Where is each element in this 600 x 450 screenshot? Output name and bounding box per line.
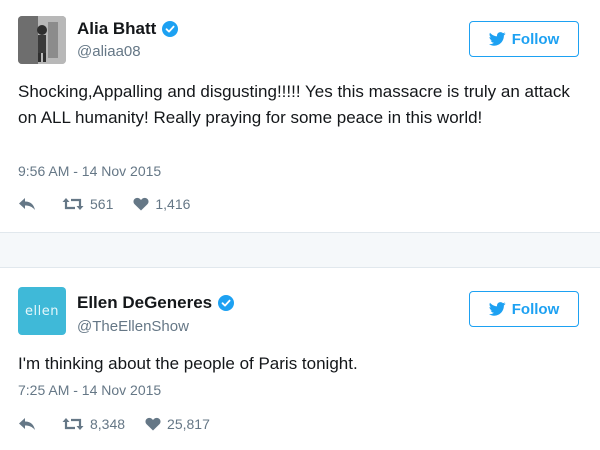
- verified-badge-icon: [162, 21, 179, 37]
- tweet-separator: [0, 232, 600, 268]
- display-name[interactable]: Alia Bhatt: [77, 19, 156, 39]
- retweet-icon: [62, 418, 84, 430]
- follow-label: Follow: [511, 300, 560, 318]
- retweet-icon: [62, 198, 84, 210]
- tweet-text: Shocking,Appalling and disgusting!!!!! Y…: [18, 82, 570, 127]
- profile-photo-icon: [18, 16, 66, 64]
- name-line: Ellen DeGeneres: [77, 293, 235, 313]
- follow-label: Follow: [511, 30, 560, 48]
- user-handle[interactable]: @TheEllenShow: [77, 318, 189, 335]
- display-name[interactable]: Ellen DeGeneres: [77, 293, 212, 313]
- follow-button[interactable]: Follow: [469, 21, 579, 57]
- verified-badge-icon: [218, 295, 235, 311]
- follow-button[interactable]: Follow: [469, 291, 579, 327]
- name-line: Alia Bhatt: [77, 19, 179, 39]
- tweet-actions: 561 1,416: [18, 196, 190, 212]
- like-count: 1,416: [155, 196, 191, 212]
- twitter-bird-icon: [488, 32, 506, 46]
- tweet-timestamp[interactable]: 7:25 AM - 14 Nov 2015: [18, 382, 161, 398]
- tweet-actions: 8,348 25,817: [18, 416, 210, 432]
- tweet-screenshot: Alia Bhatt @aliaa08 Follow Shocking,Appa…: [0, 0, 600, 450]
- tweet-card: Alia Bhatt @aliaa08 Follow Shocking,Appa…: [0, 0, 600, 232]
- tweet-card: ellen Ellen DeGeneres @TheEllenShow Foll…: [0, 268, 600, 450]
- twitter-bird-icon: [488, 302, 506, 316]
- heart-icon: [133, 197, 149, 211]
- retweet-button[interactable]: 8,348: [62, 416, 125, 432]
- heart-icon: [145, 417, 161, 431]
- like-button[interactable]: 25,817: [145, 416, 210, 432]
- avatar[interactable]: ellen: [18, 287, 66, 335]
- retweet-button[interactable]: 561: [62, 196, 113, 212]
- tweet-text: I'm thinking about the people of Paris t…: [18, 354, 358, 373]
- retweet-count: 561: [90, 196, 114, 212]
- avatar[interactable]: [18, 16, 66, 64]
- like-count: 25,817: [167, 416, 210, 432]
- reply-icon[interactable]: [18, 197, 36, 211]
- tweet-timestamp[interactable]: 9:56 AM - 14 Nov 2015: [18, 163, 161, 179]
- ellen-logo: ellen: [18, 287, 66, 335]
- like-button[interactable]: 1,416: [133, 196, 190, 212]
- user-handle[interactable]: @aliaa08: [77, 43, 141, 60]
- reply-icon[interactable]: [18, 417, 36, 431]
- retweet-count: 8,348: [90, 416, 126, 432]
